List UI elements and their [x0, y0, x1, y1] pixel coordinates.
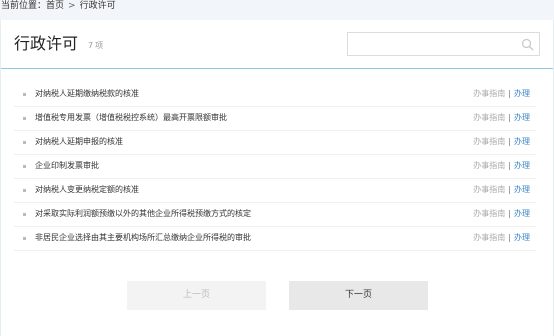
list-item: 非居民企业选择由其主要机构场所汇总缴纳企业所得税的审批 办事指南 | 办理	[14, 227, 536, 251]
search-box	[347, 32, 540, 56]
breadcrumb-home-link[interactable]: 首页	[46, 1, 64, 11]
permit-list: 对纳税人延期缴纳税款的核准 办事指南 | 办理 增值税专用发票（增值税税控系统）最高…	[14, 83, 536, 251]
guide-link[interactable]: 办事指南	[473, 113, 505, 122]
panel-header: 行政许可 7项	[1, 20, 553, 69]
handle-link[interactable]: 办理	[514, 233, 530, 242]
action-divider: |	[508, 89, 511, 98]
bullet	[23, 141, 26, 144]
bullet	[23, 237, 26, 240]
action-divider: |	[508, 137, 511, 146]
breadcrumb: 当前位置：首页 > 行政许可	[0, 0, 554, 14]
action-divider: |	[508, 113, 511, 122]
item-actions: 办事指南 | 办理	[473, 208, 530, 220]
search-icon[interactable]	[521, 38, 534, 51]
list-item: 企业印制发票审批 办事指南 | 办理	[14, 155, 536, 179]
guide-link[interactable]: 办事指南	[473, 209, 505, 218]
prev-page-button[interactable]: 上一页	[127, 281, 266, 310]
item-count: 7项	[88, 40, 103, 52]
handle-link[interactable]: 办理	[514, 161, 530, 170]
list-item: 对采取实际利润额预缴以外的其他企业所得税预缴方式的核定 办事指南 | 办理	[14, 203, 536, 227]
item-label[interactable]: 企业印制发票审批	[35, 160, 99, 172]
item-actions: 办事指南 | 办理	[473, 184, 530, 196]
item-actions: 办事指南 | 办理	[473, 160, 530, 172]
bullet	[23, 93, 26, 96]
item-actions: 办事指南 | 办理	[473, 136, 530, 148]
item-label[interactable]: 对纳税人延期缴纳税款的核准	[35, 88, 139, 100]
item-label[interactable]: 非居民企业选择由其主要机构场所汇总缴纳企业所得税的审批	[35, 232, 251, 244]
item-label[interactable]: 对采取实际利润额预缴以外的其他企业所得税预缴方式的核定	[35, 208, 251, 220]
guide-link[interactable]: 办事指南	[473, 161, 505, 170]
guide-link[interactable]: 办事指南	[473, 137, 505, 146]
pagination: 上一页 下一页	[1, 281, 553, 311]
content-panel: 行政许可 7项 对纳税人延期缴纳税款的核准 办事指南 | 办理 增值税专用发票（增值…	[0, 20, 554, 336]
bullet	[23, 213, 26, 216]
handle-link[interactable]: 办理	[514, 185, 530, 194]
handle-link[interactable]: 办理	[514, 209, 530, 218]
item-count-unit: 项	[95, 41, 104, 50]
bullet	[23, 117, 26, 120]
breadcrumb-separator: >	[68, 1, 76, 11]
item-label[interactable]: 增值税专用发票（增值税税控系统）最高开票限额审批	[35, 112, 227, 124]
action-divider: |	[508, 161, 511, 170]
action-divider: |	[508, 209, 511, 218]
list-item: 对纳税人延期缴纳税款的核准 办事指南 | 办理	[14, 83, 536, 107]
item-actions: 办事指南 | 办理	[473, 88, 530, 100]
list-item: 对纳税人延期申报的核准 办事指南 | 办理	[14, 131, 536, 155]
handle-link[interactable]: 办理	[514, 89, 530, 98]
guide-link[interactable]: 办事指南	[473, 89, 505, 98]
handle-link[interactable]: 办理	[514, 137, 530, 146]
next-page-button[interactable]: 下一页	[289, 281, 428, 310]
breadcrumb-prefix: 当前位置：	[1, 1, 47, 11]
action-divider: |	[508, 233, 511, 242]
page-title: 行政许可	[14, 34, 79, 53]
breadcrumb-current: 行政许可	[79, 1, 116, 11]
item-label[interactable]: 对纳税人变更纳税定额的核准	[35, 184, 139, 196]
bullet	[23, 189, 26, 192]
list-item: 增值税专用发票（增值税税控系统）最高开票限额审批 办事指南 | 办理	[14, 107, 536, 131]
guide-link[interactable]: 办事指南	[473, 233, 505, 242]
item-actions: 办事指南 | 办理	[473, 232, 530, 244]
item-label[interactable]: 对纳税人延期申报的核准	[35, 136, 123, 148]
action-divider: |	[508, 185, 511, 194]
search-input[interactable]	[352, 36, 521, 54]
bullet	[23, 165, 26, 168]
item-actions: 办事指南 | 办理	[473, 112, 530, 124]
handle-link[interactable]: 办理	[514, 113, 530, 122]
guide-link[interactable]: 办事指南	[473, 185, 505, 194]
item-count-number: 7	[88, 41, 94, 50]
list-item: 对纳税人变更纳税定额的核准 办事指南 | 办理	[14, 179, 536, 203]
